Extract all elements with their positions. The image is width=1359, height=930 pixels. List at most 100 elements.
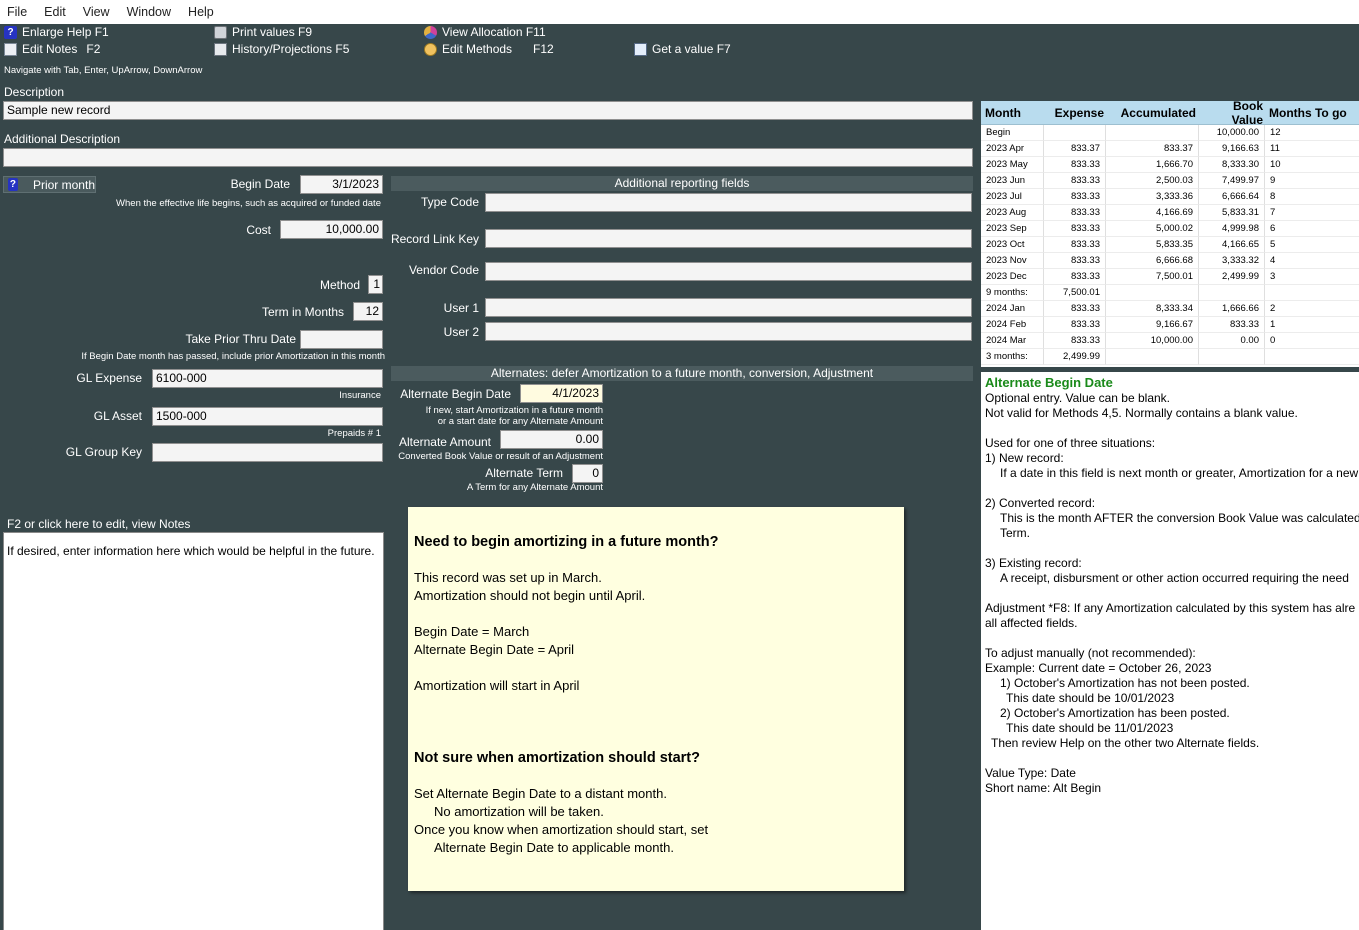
- print-values-button[interactable]: Print values F9: [214, 25, 312, 39]
- table-cell: 5,000.02: [1106, 221, 1199, 237]
- alternate-amount-input[interactable]: 0.00: [500, 430, 603, 449]
- help-line: Used for one of three situations:: [985, 436, 1156, 450]
- table-cell: 4,166.69: [1106, 205, 1199, 221]
- edit-notes-key: F2: [86, 42, 101, 56]
- column-header-months-to-go: Months To go: [1269, 105, 1347, 120]
- history-projections-button[interactable]: History/Projections F5: [214, 42, 349, 56]
- menu-edit[interactable]: Edit: [44, 5, 66, 19]
- table-cell: 6: [1265, 221, 1359, 237]
- description-input[interactable]: Sample new record: [3, 101, 973, 120]
- table-cell: 833.33: [1044, 221, 1106, 237]
- table-row[interactable]: 2024 Jan 833.33 8,333.34 1,666.66 2: [981, 301, 1359, 317]
- menu-file[interactable]: File: [7, 5, 27, 19]
- table-cell: 6,666.64: [1199, 189, 1265, 205]
- help-line: 1) New record:: [985, 451, 1064, 465]
- table-row[interactable]: 2023 Nov 833.33 6,666.68 3,333.32 4: [981, 253, 1359, 269]
- help-title: Alternate Begin Date: [985, 375, 1113, 390]
- amortization-schedule-table: Month Expense Accumulated Book Value Mon…: [981, 101, 1359, 367]
- gl-asset-label: GL Asset: [93, 409, 142, 423]
- help-line: 3) Existing record:: [985, 556, 1082, 570]
- get-value-icon: [634, 42, 647, 56]
- table-row[interactable]: 2023 Oct 833.33 5,833.35 4,166.65 5: [981, 237, 1359, 253]
- gl-asset-input[interactable]: 1500-000: [152, 407, 383, 426]
- table-cell: 2024 Mar: [981, 333, 1044, 349]
- info-line: No amortization will be taken.: [434, 804, 604, 819]
- table-row[interactable]: 2024 Feb 833.33 9,166.67 833.33 1: [981, 317, 1359, 333]
- table-cell: 833.33: [1044, 253, 1106, 269]
- table-row[interactable]: 2023 Sep 833.33 5,000.02 4,999.98 6: [981, 221, 1359, 237]
- table-cell: 3 months:: [981, 349, 1044, 365]
- edit-notes-button[interactable]: Edit Notes F2: [4, 42, 100, 56]
- prior-month-button[interactable]: ? Prior month: [3, 176, 96, 193]
- help-line: Not valid for Methods 4,5. Normally cont…: [985, 406, 1298, 420]
- column-header-expense: Expense: [1054, 105, 1104, 120]
- record-link-input[interactable]: [485, 229, 972, 248]
- help-icon: ?: [8, 178, 18, 191]
- take-prior-input[interactable]: [300, 330, 383, 349]
- column-header-accumulated: Accumulated: [1120, 105, 1196, 120]
- table-row[interactable]: 2024 Mar 833.33 10,000.00 0.00 0: [981, 333, 1359, 349]
- table-row[interactable]: 2023 Aug 833.33 4,166.69 5,833.31 7: [981, 205, 1359, 221]
- print-values-label: Print values F9: [232, 25, 313, 39]
- table-cell: 5,833.35: [1106, 237, 1199, 253]
- alternate-begin-date-input[interactable]: 4/1/2023: [520, 384, 603, 403]
- term-input[interactable]: 12: [353, 302, 383, 321]
- vendor-code-label: Vendor Code: [408, 263, 479, 277]
- type-code-input[interactable]: [485, 193, 972, 212]
- table-cell: 2023 Aug: [981, 205, 1044, 221]
- info-line: Once you know when amortization should s…: [414, 822, 709, 837]
- cost-input[interactable]: 10,000.00: [280, 220, 383, 239]
- table-row[interactable]: Begin 10,000.00 12: [981, 125, 1359, 141]
- table-cell: [1106, 125, 1199, 141]
- take-prior-hint: If Begin Date month has passed, include …: [81, 351, 385, 362]
- table-row[interactable]: 2023 Jun 833.33 2,500.03 7,499.97 9: [981, 173, 1359, 189]
- table-cell: [1106, 349, 1199, 365]
- table-cell: [1106, 285, 1199, 301]
- vendor-code-input[interactable]: [485, 262, 972, 281]
- info-line: Begin Date = March: [414, 624, 530, 639]
- table-cell: [1044, 125, 1106, 141]
- get-value-button[interactable]: Get a value F7: [634, 42, 731, 56]
- additional-description-input[interactable]: [3, 148, 973, 167]
- table-cell: 833.33: [1044, 157, 1106, 173]
- help-line: Short name: Alt Begin: [985, 781, 1102, 795]
- table-row[interactable]: 9 months: 7,500.01: [981, 285, 1359, 301]
- menu-view[interactable]: View: [83, 5, 110, 19]
- table-cell: 2024 Jan: [981, 301, 1044, 317]
- notes-area[interactable]: If desired, enter information here which…: [3, 532, 384, 930]
- table-cell: 10,000.00: [1199, 125, 1265, 141]
- menu-help[interactable]: Help: [188, 5, 214, 19]
- edit-methods-button[interactable]: Edit Methods F12: [424, 42, 554, 56]
- user2-input[interactable]: [485, 322, 972, 341]
- help-spacer: [985, 586, 1355, 601]
- help-line: all affected fields.: [985, 616, 1078, 630]
- menu-window[interactable]: Window: [127, 5, 171, 19]
- notes-header[interactable]: F2 or click here to edit, view Notes: [7, 517, 190, 531]
- table-cell: 833.33: [1044, 173, 1106, 189]
- column-header-book-value: Book Value: [1231, 101, 1263, 127]
- view-allocation-button[interactable]: View Allocation F11: [424, 25, 546, 39]
- table-cell: 2,499.99: [1199, 269, 1265, 285]
- table-row[interactable]: 2023 Jul 833.33 3,333.36 6,666.64 8: [981, 189, 1359, 205]
- help-icon: ?: [4, 25, 17, 39]
- method-input[interactable]: 1: [368, 275, 383, 294]
- begin-date-input[interactable]: 3/1/2023: [300, 175, 383, 194]
- gl-group-input[interactable]: [152, 443, 383, 462]
- enlarge-help-button[interactable]: ? Enlarge Help F1: [4, 25, 109, 39]
- gl-expense-input[interactable]: 6100-000: [152, 369, 383, 388]
- user1-input[interactable]: [485, 298, 972, 317]
- alternate-term-input[interactable]: 0: [572, 464, 603, 483]
- edit-methods-key: F12: [533, 42, 554, 56]
- edit-notes-label: Edit Notes: [22, 42, 78, 56]
- table-row[interactable]: 2023 May 833.33 1,666.70 8,333.30 10: [981, 157, 1359, 173]
- table-row[interactable]: 3 months: 2,499.99: [981, 349, 1359, 365]
- allocation-pie-icon: [424, 25, 437, 39]
- table-cell: 4,999.98: [1199, 221, 1265, 237]
- table-row[interactable]: 2023 Apr 833.37 833.37 9,166.63 11: [981, 141, 1359, 157]
- help-text: Optional entry. Value can be blank. Not v…: [985, 391, 1359, 796]
- help-spacer: [985, 481, 1355, 496]
- table-row[interactable]: 2023 Dec 833.33 7,500.01 2,499.99 3: [981, 269, 1359, 285]
- info-box: Need to begin amortizing in a future mon…: [408, 507, 904, 891]
- take-prior-label: Take Prior Thru Date: [185, 332, 297, 346]
- table-cell: 9: [1265, 173, 1359, 189]
